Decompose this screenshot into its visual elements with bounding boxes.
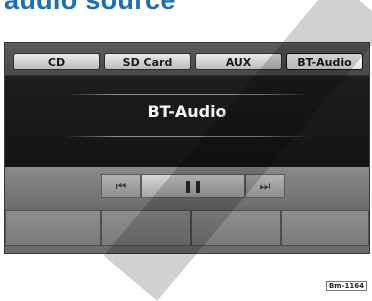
softkey-1[interactable] bbox=[5, 210, 101, 246]
play-pause-button[interactable]: ❚❚ bbox=[141, 174, 245, 198]
tab-cd[interactable]: CD bbox=[13, 53, 100, 70]
previous-track-button[interactable]: ⏮ bbox=[101, 174, 141, 198]
skip-previous-icon: ⏮ bbox=[115, 179, 127, 193]
pause-icon: ❚❚ bbox=[182, 179, 204, 193]
page-heading: audio source bbox=[4, 0, 176, 15]
softkey-3[interactable] bbox=[191, 210, 281, 246]
display-source-title: BT-Audio bbox=[147, 102, 227, 121]
source-tab-bar: CD SD Card AUX BT-Audio bbox=[5, 43, 369, 76]
softkey-4[interactable] bbox=[281, 210, 369, 246]
softkey-row bbox=[5, 210, 369, 246]
tab-bt-audio[interactable]: BT-Audio bbox=[286, 53, 363, 70]
display-divider-bottom bbox=[65, 136, 309, 137]
playback-controls: ⏮ ❚❚ ⏭ bbox=[5, 167, 369, 207]
softkey-2[interactable] bbox=[101, 210, 191, 246]
display-divider-top bbox=[65, 94, 309, 95]
skip-next-icon: ⏭ bbox=[259, 179, 271, 193]
tab-sd-card[interactable]: SD Card bbox=[104, 53, 191, 70]
tab-aux[interactable]: AUX bbox=[195, 53, 282, 70]
now-playing-display: BT-Audio bbox=[5, 76, 369, 167]
next-track-button[interactable]: ⏭ bbox=[245, 174, 285, 198]
infotainment-screen: CD SD Card AUX BT-Audio BT-Audio ⏮ ❚❚ ⏭ bbox=[4, 42, 370, 254]
figure-reference-code: Bm-1164 bbox=[325, 281, 367, 291]
